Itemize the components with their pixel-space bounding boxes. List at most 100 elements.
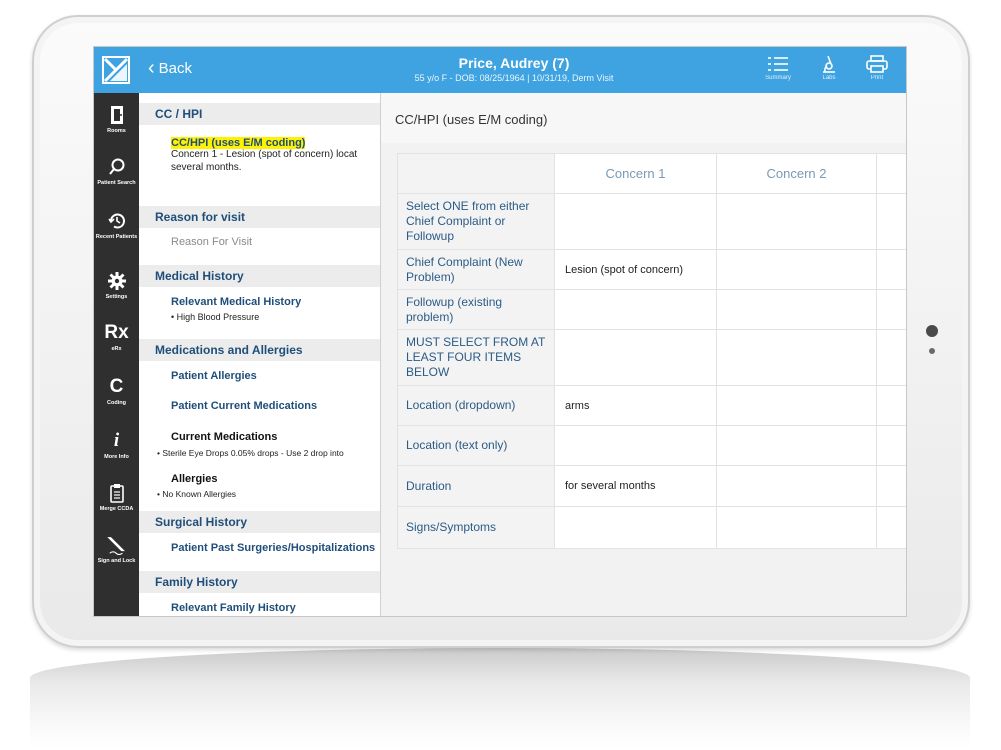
search-icon <box>108 158 124 175</box>
patient-name: Price, Audrey (7) <box>458 55 570 71</box>
app-logo-icon[interactable] <box>102 56 130 84</box>
sidebar-item-rooms[interactable]: Rooms <box>94 105 139 135</box>
sidebar-item-erx[interactable]: Rx eRx <box>94 323 139 353</box>
table-row: Duration for several months <box>397 465 906 507</box>
back-label: Back <box>158 60 193 77</box>
row-label: Signs/Symptoms <box>397 506 555 549</box>
table-row: Location (text only) <box>397 425 906 466</box>
cc-hpi-summary-line-2: several months. <box>171 162 242 173</box>
overflow-cell <box>876 425 906 466</box>
overflow-cell <box>876 289 906 330</box>
sidebar-item-label: Merge CCDA <box>99 506 134 512</box>
section-header-surgical-history[interactable]: Surgical History <box>139 511 380 533</box>
concern-2-cell[interactable] <box>716 425 877 466</box>
relevant-family-history-link[interactable]: Relevant Family History <box>171 602 296 614</box>
overflow-cell <box>876 465 906 507</box>
pen-icon <box>106 537 125 555</box>
concern-2-cell[interactable] <box>716 329 877 386</box>
sidebar-item-sign-and-lock[interactable]: Sign and Lock <box>94 535 139 565</box>
concern-2-cell[interactable] <box>716 506 877 549</box>
hpi-table: Concern 1 Concern 2 Select ONE from eith… <box>397 153 906 549</box>
sidebar-item-settings[interactable]: Settings <box>94 271 139 301</box>
section-header-cc-hpi[interactable]: CC / HPI <box>139 103 380 125</box>
concern-2-cell[interactable] <box>716 193 877 250</box>
sidebar-item-coding[interactable]: C Coding <box>94 377 139 407</box>
table-corner <box>397 153 555 194</box>
sidebar-item-label: More Info <box>104 454 129 460</box>
concern-2-cell[interactable] <box>716 385 877 426</box>
top-bar: ‹ Back Price, Audrey (7) 55 y/o F - DOB:… <box>94 47 906 93</box>
current-medications-title: Current Medications <box>171 431 278 443</box>
print-label: Print <box>870 75 884 81</box>
list-icon <box>768 57 788 71</box>
detail-pane: CC/HPI (uses E/M coding) Concern 1 Conce… <box>381 93 906 616</box>
patient-allergies-link[interactable]: Patient Allergies <box>171 370 257 382</box>
overflow-cell <box>876 329 906 386</box>
table-row: Select ONE from either Chief Complaint o… <box>397 193 906 250</box>
reason-for-visit-field[interactable]: Reason For Visit <box>171 236 252 248</box>
column-overflow <box>876 153 906 194</box>
row-label: Followup (existing problem) <box>397 289 555 330</box>
sidebar-item-merge-ccda[interactable]: Merge CCDA <box>94 483 139 513</box>
printer-icon <box>866 55 888 73</box>
concern-1-cell[interactable] <box>554 506 717 549</box>
concern-1-cell[interactable]: Lesion (spot of concern) <box>554 249 717 290</box>
sensor-dot <box>929 348 935 354</box>
concern-2-cell[interactable] <box>716 465 877 507</box>
table-row: Chief Complaint (New Problem) Lesion (sp… <box>397 249 906 290</box>
past-surgeries-link[interactable]: Patient Past Surgeries/Hospitalizations <box>171 542 375 554</box>
table-row: MUST SELECT FROM AT LEAST FOUR ITEMS BEL… <box>397 329 906 386</box>
sidebar-item-label: Recent Patients <box>95 234 138 240</box>
row-label: Location (text only) <box>397 425 555 466</box>
cc-hpi-summary-line-1: Concern 1 - Lesion (spot of concern) loc… <box>171 149 358 160</box>
concern-2-cell[interactable] <box>716 249 877 290</box>
section-header-family-history[interactable]: Family History <box>139 571 380 593</box>
summary-button[interactable]: Summary <box>761 55 795 91</box>
print-button[interactable]: Print <box>860 55 894 91</box>
sidebar-item-label: eRx <box>111 346 122 352</box>
relevant-medical-history-link[interactable]: Relevant Medical History <box>171 296 301 308</box>
row-label: Chief Complaint (New Problem) <box>397 249 555 290</box>
sidebar-item-recent-patients[interactable]: Recent Patients <box>94 211 139 241</box>
section-header-medications-allergies[interactable]: Medications and Allergies <box>139 339 380 361</box>
device-shadow <box>30 648 970 748</box>
concern-1-cell[interactable] <box>554 289 717 330</box>
section-header-reason-for-visit[interactable]: Reason for visit <box>139 206 380 228</box>
patient-details: 55 y/o F - DOB: 08/25/1964 | 10/31/19, D… <box>414 73 614 83</box>
table-header-row: Concern 1 Concern 2 <box>397 153 906 194</box>
detail-header: CC/HPI (uses E/M coding) <box>381 93 906 143</box>
column-header-concern-2: Concern 2 <box>716 153 877 194</box>
table-row: Signs/Symptoms <box>397 506 906 549</box>
sidebar-item-label: Patient Search <box>97 180 136 186</box>
sidebar-item-more-info[interactable]: i More Info <box>94 431 139 461</box>
concern-1-cell[interactable] <box>554 425 717 466</box>
coding-icon: C <box>109 376 124 397</box>
clipboard-icon <box>109 484 124 503</box>
allergies-title: Allergies <box>171 473 218 485</box>
concern-1-cell[interactable]: for several months <box>554 465 717 507</box>
concern-1-cell[interactable] <box>554 329 717 386</box>
overflow-cell <box>876 193 906 250</box>
chart-sections-list: CC / HPI CC/HPI (uses E/M coding) Concer… <box>139 93 381 616</box>
section-header-medical-history[interactable]: Medical History <box>139 265 380 287</box>
history-icon <box>107 213 125 229</box>
labs-button[interactable]: Labs <box>812 55 846 91</box>
row-label: Select ONE from either Chief Complaint o… <box>397 193 555 250</box>
row-label: MUST SELECT FROM AT LEAST FOUR ITEMS BEL… <box>397 329 555 386</box>
gear-icon <box>107 272 126 290</box>
row-label: Location (dropdown) <box>397 385 555 426</box>
table-row: Location (dropdown) arms <box>397 385 906 426</box>
sidebar-item-label: Settings <box>105 294 128 300</box>
chevron-left-icon: ‹ <box>148 56 155 79</box>
sidebar-item-label: Coding <box>107 400 126 406</box>
labs-label: Labs <box>822 75 836 81</box>
camera-icon <box>926 325 938 337</box>
concern-1-cell[interactable] <box>554 193 717 250</box>
rx-icon: Rx <box>104 322 129 343</box>
back-button[interactable]: ‹ Back <box>148 56 193 79</box>
concern-2-cell[interactable] <box>716 289 877 330</box>
sidebar-item-patient-search[interactable]: Patient Search <box>94 157 139 187</box>
medical-history-item: • High Blood Pressure <box>171 312 260 322</box>
concern-1-cell[interactable]: arms <box>554 385 717 426</box>
patient-current-medications-link[interactable]: Patient Current Medications <box>171 400 317 412</box>
